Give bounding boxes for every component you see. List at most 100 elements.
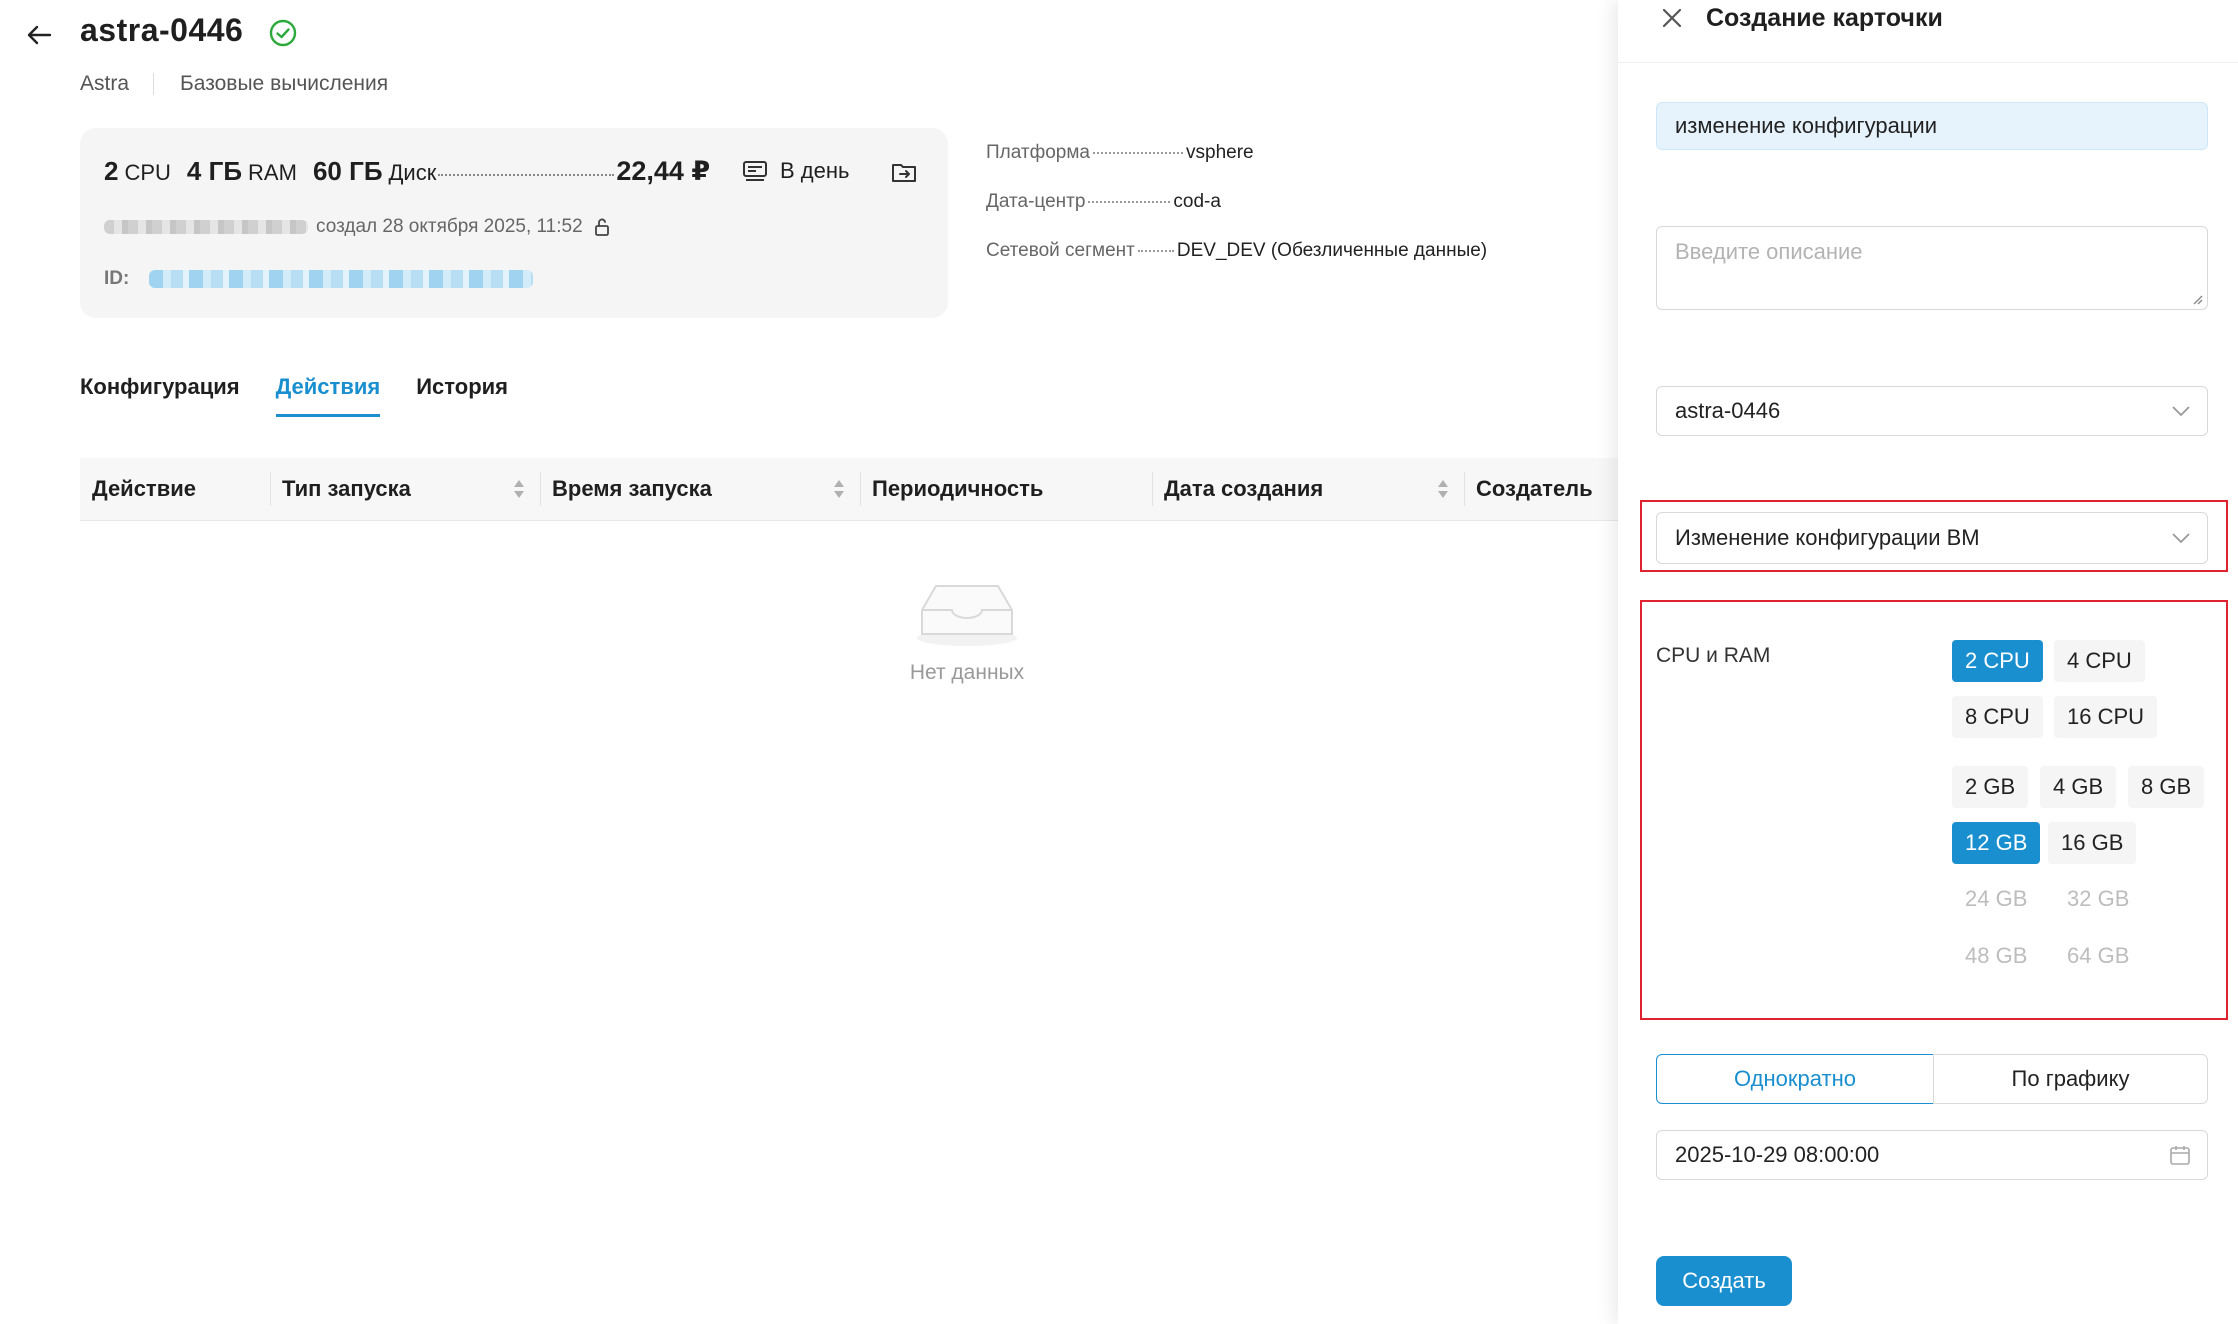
id-label: ID:: [104, 268, 130, 289]
vm-id: ID:: [104, 268, 534, 290]
back-button[interactable]: [22, 18, 56, 52]
cpu-value: 2: [104, 156, 119, 186]
sort-icon[interactable]: [512, 478, 526, 500]
empty-state: Нет данных: [900, 580, 1034, 685]
drawer-header: Создание карточки: [1618, 0, 2238, 63]
schedule-once-toggle[interactable]: Однократно: [1656, 1054, 1934, 1104]
drawer-title: Создание карточки: [1706, 4, 1943, 32]
tab-history[interactable]: История: [416, 374, 508, 417]
ram-option: 64 GB: [2067, 943, 2130, 968]
table-header: Действие Тип запуска Время запуска Перио…: [80, 458, 1618, 521]
vm-id-redacted[interactable]: [149, 270, 534, 288]
property-key: Сетевой сегмент: [986, 240, 1135, 261]
property-key: Платформа: [986, 142, 1090, 163]
property-value: DEV_DEV (Обезличенные данные): [1176, 240, 1488, 261]
column-divider: [1152, 472, 1153, 506]
vm-summary-card: 2 CPU 4 ГБ RAM 60 ГБ Диск 22,44 ₽ В день…: [80, 128, 948, 318]
unlock-icon: [594, 218, 609, 236]
card-name-input[interactable]: изменение конфигурации: [1656, 102, 2208, 150]
cpu-option[interactable]: 8 CPU: [1952, 696, 2043, 738]
column-header-launch-type[interactable]: Тип запуска: [270, 458, 540, 520]
cpu-ram-label: CPU и RAM: [1656, 644, 1771, 667]
ram-option[interactable]: 12 GB: [1952, 822, 2041, 864]
check-circle-icon: [268, 18, 298, 48]
breadcrumb-item[interactable]: Базовые вычисления: [180, 72, 388, 96]
vm-select[interactable]: astra-0446: [1656, 386, 2208, 436]
create-button[interactable]: Создать: [1656, 1256, 1792, 1306]
ram-option[interactable]: 8 GB: [2128, 766, 2205, 808]
column-label: Время запуска: [552, 476, 712, 501]
billing-icon: [743, 161, 767, 181]
ram-option: 24 GB: [1965, 886, 2028, 911]
vm-properties: Платформа vsphere Дата-центр cod-a Сетев…: [986, 142, 1487, 289]
description-textarea[interactable]: Введите описание: [1656, 226, 2208, 310]
card-name-value: изменение конфигурации: [1675, 113, 1937, 138]
column-divider: [540, 472, 541, 506]
resize-grip-icon[interactable]: [2191, 293, 2203, 305]
billing-period: В день: [742, 158, 849, 184]
price: 22,44 ₽: [616, 156, 711, 186]
action-type-select[interactable]: Изменение конфигурации ВМ: [1656, 512, 2208, 564]
column-label: Дата создания: [1164, 476, 1324, 501]
arrow-left-icon: [27, 25, 52, 45]
dotted-leader: [1088, 201, 1171, 203]
column-header-periodicity: Периодичность: [860, 458, 1152, 520]
chevron-down-icon: [2172, 406, 2190, 417]
disk-value: 60 ГБ: [312, 156, 383, 186]
created-text: создал 28 октября 2025, 11:52: [316, 216, 583, 237]
property-row: Дата-центр cod-a: [986, 191, 1487, 240]
column-label: Тип запуска: [282, 476, 411, 501]
column-divider: [860, 472, 861, 506]
empty-inbox-icon: [917, 585, 1017, 646]
column-label: Создатель: [1476, 476, 1593, 501]
ram-option: 32 GB: [2067, 886, 2130, 911]
datetime-value: 2025-10-29 08:00:00: [1675, 1142, 1880, 1167]
column-header-launch-time[interactable]: Время запуска: [540, 458, 860, 520]
ram-option: 48 GB: [1965, 943, 2028, 968]
ram-option[interactable]: 16 GB: [2048, 822, 2137, 864]
column-label: Периодичность: [872, 476, 1044, 501]
close-icon[interactable]: [1658, 4, 1686, 32]
breadcrumb: Astra Базовые вычисления: [80, 72, 388, 96]
datetime-picker[interactable]: 2025-10-29 08:00:00: [1656, 1130, 2208, 1180]
column-header-action: Действие: [80, 458, 270, 520]
creator-name-redacted: [104, 220, 308, 234]
tab-actions[interactable]: Действия: [275, 374, 381, 417]
property-value: vsphere: [1186, 142, 1254, 163]
breadcrumb-divider: [153, 73, 155, 95]
description-placeholder: Введите описание: [1675, 239, 1863, 264]
dotted-leader: [438, 174, 615, 176]
cpu-unit: CPU: [124, 160, 171, 185]
column-label: Действие: [92, 476, 196, 501]
column-header-created-date[interactable]: Дата создания: [1152, 458, 1464, 520]
vm-specs: 2 CPU 4 ГБ RAM 60 ГБ Диск 22,44 ₽: [104, 156, 710, 187]
property-value: cod-a: [1173, 191, 1221, 212]
column-header-creator: Создатель: [1464, 458, 1618, 520]
vm-select-value: astra-0446: [1675, 398, 1781, 423]
dotted-leader: [1137, 250, 1174, 252]
ram-value: 4 ГБ: [186, 156, 243, 186]
property-key: Дата-центр: [986, 191, 1086, 212]
ram-option[interactable]: 2 GB: [1952, 766, 2029, 808]
ram-unit: RAM: [248, 160, 297, 185]
cpu-option[interactable]: 2 CPU: [1952, 640, 2043, 682]
cpu-option[interactable]: 4 CPU: [2054, 640, 2145, 682]
cpu-option[interactable]: 16 CPU: [2054, 696, 2158, 738]
sort-icon[interactable]: [1436, 478, 1450, 500]
action-type-value: Изменение конфигурации ВМ: [1675, 525, 1980, 550]
chevron-down-icon: [2172, 533, 2190, 544]
dotted-leader: [1093, 152, 1183, 154]
move-to-folder-icon[interactable]: [890, 158, 918, 186]
property-row: Платформа vsphere: [986, 142, 1487, 191]
empty-text: Нет данных: [909, 661, 1025, 684]
property-row: Сетевой сегмент DEV_DEV (Обезличенные да…: [986, 240, 1487, 289]
ram-option[interactable]: 4 GB: [2040, 766, 2117, 808]
breadcrumb-item[interactable]: Astra: [80, 72, 129, 96]
calendar-icon: [2170, 1146, 2190, 1165]
tab-bar: Конфигурация Действия История: [80, 374, 544, 417]
tab-configuration[interactable]: Конфигурация: [80, 374, 240, 417]
sort-icon[interactable]: [832, 478, 846, 500]
column-divider: [270, 472, 271, 506]
column-divider: [1464, 472, 1465, 506]
schedule-periodic-toggle[interactable]: По графику: [1933, 1054, 2208, 1104]
